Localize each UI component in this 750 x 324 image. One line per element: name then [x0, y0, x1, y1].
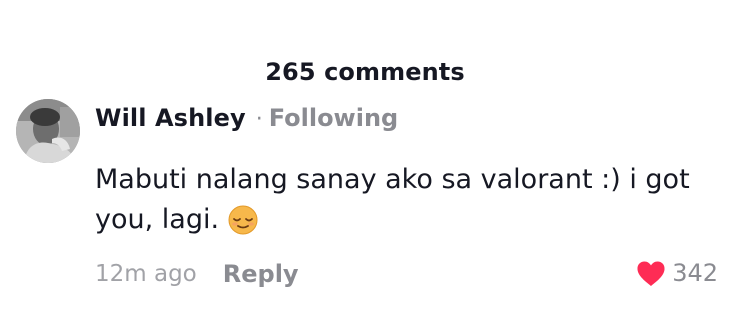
comment-author-name[interactable]: Will Ashley: [95, 104, 246, 132]
avatar[interactable]: [16, 99, 80, 163]
avatar-photo: [16, 99, 80, 163]
following-label[interactable]: Following: [269, 104, 399, 132]
comments-count-title: 265 comments: [265, 58, 465, 86]
comment-text-block: Mabuti nalang sanay ako sa valorant :) i…: [95, 160, 735, 248]
separator-dot: ·: [255, 107, 263, 132]
like-count: 342: [672, 259, 718, 287]
relieved-face-emoji-icon: [227, 204, 259, 248]
comments-panel: 265 comments Will Ashley · Following Mab…: [0, 0, 750, 324]
comment-header: Will Ashley · Following: [95, 104, 398, 132]
reply-button[interactable]: Reply: [223, 260, 299, 288]
like-button[interactable]: 342: [636, 259, 718, 287]
comment-text: Mabuti nalang sanay ako sa valorant :) i…: [95, 164, 690, 235]
heart-icon: [637, 261, 665, 286]
comment-meta: 12m ago Reply: [95, 260, 299, 288]
comment-timestamp: 12m ago: [95, 261, 197, 287]
